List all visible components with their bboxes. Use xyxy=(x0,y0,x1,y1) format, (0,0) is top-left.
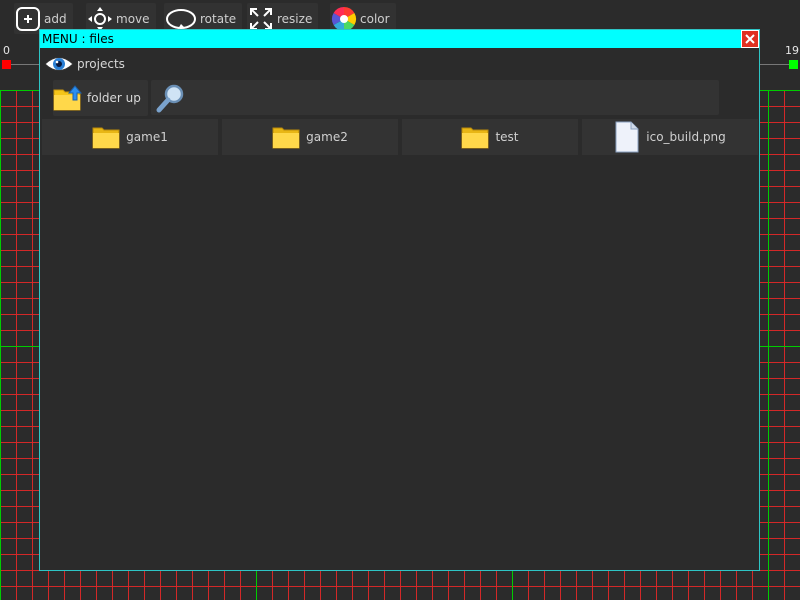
file-item-ico-build[interactable]: ico_build.png xyxy=(582,119,758,155)
ruler-left-value: 0 xyxy=(3,44,10,57)
tool-label: resize xyxy=(277,11,313,26)
tool-label: add xyxy=(44,11,67,26)
close-button[interactable] xyxy=(741,30,759,48)
file-list: game1 game2 test ico_build.png xyxy=(42,119,759,155)
ruler-end-marker[interactable] xyxy=(789,60,798,69)
search-button[interactable] xyxy=(151,80,191,116)
folder-icon xyxy=(92,127,120,149)
ruler-track xyxy=(760,64,790,65)
projects-label: projects xyxy=(77,57,125,71)
close-icon xyxy=(745,34,755,44)
folder-up-button[interactable]: folder up xyxy=(53,80,148,116)
file-icon xyxy=(615,121,639,153)
folder-up-icon xyxy=(53,85,83,111)
file-name: game2 xyxy=(306,130,348,144)
file-item-game2[interactable]: game2 xyxy=(222,119,398,155)
magnifier-icon xyxy=(156,84,184,113)
folder-up-label: folder up xyxy=(87,91,141,105)
tool-label: rotate xyxy=(200,11,237,26)
files-dialog: MENU : files projects folder up game1 ga… xyxy=(39,29,760,571)
projects-toggle[interactable]: projects xyxy=(43,52,125,76)
folder-icon xyxy=(272,127,300,149)
grid-axis-line xyxy=(768,90,769,600)
file-item-test[interactable]: test xyxy=(402,119,578,155)
file-name: ico_build.png xyxy=(646,130,726,144)
ruler-track xyxy=(10,64,42,65)
ruler-right-value: 19 xyxy=(785,44,799,57)
grid-axis-line xyxy=(0,90,1,600)
add-icon xyxy=(14,5,42,33)
dialog-title: MENU : files xyxy=(42,32,114,46)
file-name: game1 xyxy=(126,130,168,144)
folder-icon xyxy=(461,127,489,149)
search-field[interactable] xyxy=(151,80,719,115)
ruler-start-marker[interactable] xyxy=(2,60,11,69)
file-name: test xyxy=(495,130,519,144)
file-item-game1[interactable]: game1 xyxy=(42,119,218,155)
dialog-title-bar[interactable]: MENU : files xyxy=(40,30,759,48)
tool-label: move xyxy=(116,11,150,26)
eye-icon xyxy=(44,57,74,71)
tool-label: color xyxy=(360,11,390,26)
